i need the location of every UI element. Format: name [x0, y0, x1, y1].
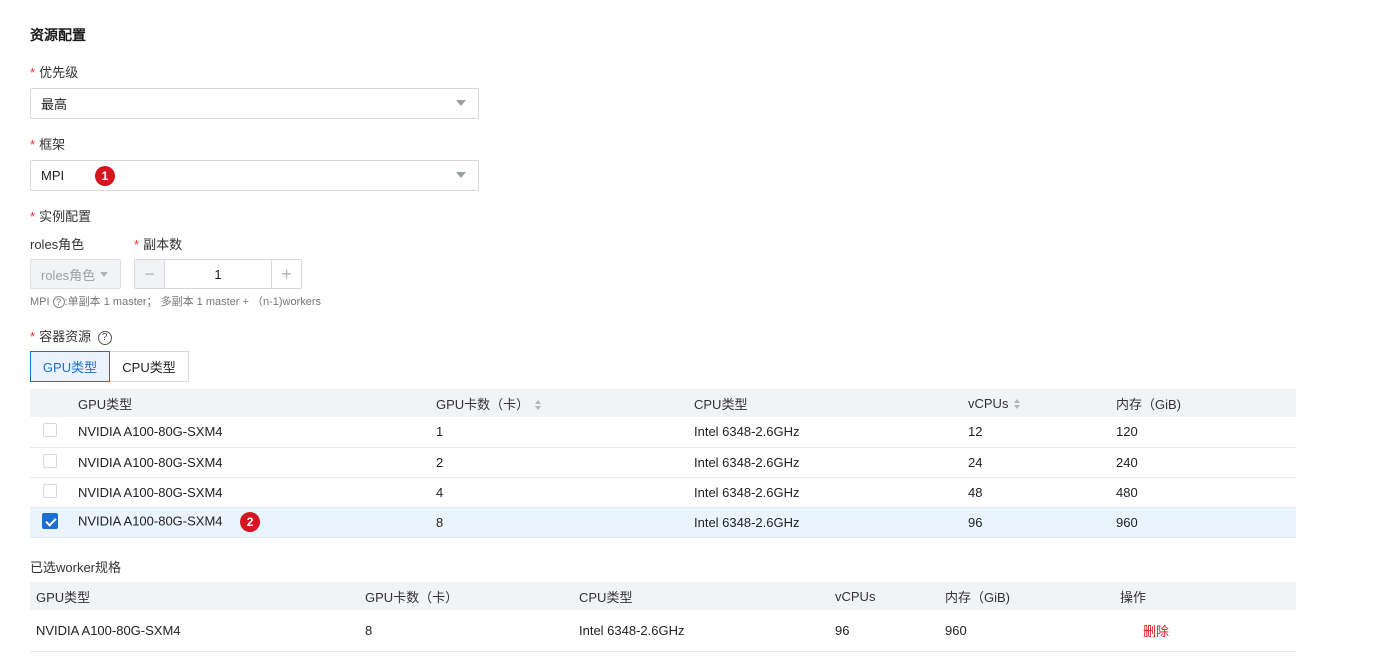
header-gpu-type: GPU类型	[78, 389, 436, 417]
required-mark: *	[30, 65, 36, 80]
required-mark: *	[30, 209, 36, 224]
cell-gpu-cards: 4	[436, 477, 694, 508]
required-mark: *	[30, 329, 36, 344]
cell-vcpus: 24	[968, 447, 1116, 478]
table-row: NVIDIA A100-80G-SXM4 8 Intel 6348-2.6GHz…	[30, 610, 1296, 652]
row-checkbox-cell	[30, 507, 78, 538]
required-mark: *	[30, 137, 36, 152]
roles-label: roles角色	[30, 237, 85, 252]
framework-label: * 框架	[30, 137, 66, 152]
cell-action: 删除	[1120, 610, 1296, 652]
question-circle-icon[interactable]: ?	[52, 296, 65, 309]
cell-memory: 120	[1116, 417, 1296, 448]
selected-worker-title: 已选worker规格	[30, 560, 122, 575]
roles-select: roles角色	[30, 259, 121, 289]
cell-cpu-type: Intel 6348-2.6GHz	[694, 507, 968, 538]
selected-worker-table: GPU类型 GPU卡数（卡） CPU类型 vCPUs 内存（GiB) 操作 NV…	[30, 582, 1296, 652]
header-cpu-type: CPU类型	[694, 389, 968, 417]
row-checkbox[interactable]	[43, 483, 57, 498]
priority-label: * 优先级	[30, 65, 79, 80]
cell-gpu-type: NVIDIA A100-80G-SXM4	[30, 610, 365, 652]
table-row[interactable]: NVIDIA A100-80G-SXM4 2 Intel 6348-2.6GHz…	[30, 447, 1296, 478]
cell-cpu-type: Intel 6348-2.6GHz	[579, 610, 835, 652]
cell-gpu-type: NVIDIA A100-80G-SXM4	[78, 477, 436, 508]
header-cpu-type: CPU类型	[579, 582, 835, 610]
check-icon[interactable]	[42, 512, 58, 529]
cell-vcpus: 48	[968, 477, 1116, 508]
increment-button[interactable]: +	[271, 260, 301, 288]
header-vcpus: vCPUs	[835, 582, 945, 610]
cell-vcpus: 96	[968, 507, 1116, 538]
cell-memory: 480	[1116, 477, 1296, 508]
caret-down-icon	[456, 100, 466, 106]
table-header-row: GPU类型 GPU卡数（卡） CPU类型 vCPUs 内存（GiB)	[30, 389, 1296, 417]
cell-memory: 960	[945, 610, 1120, 652]
priority-value: 最高	[41, 97, 68, 112]
table-row[interactable]: NVIDIA A100-80G-SXM4 4 Intel 6348-2.6GHz…	[30, 477, 1296, 508]
cell-gpu-type: NVIDIA A100-80G-SXM4 2	[78, 507, 436, 538]
row-checkbox[interactable]	[43, 453, 57, 468]
replicas-label: * 副本数	[134, 237, 183, 252]
roles-value: roles角色	[41, 267, 96, 283]
cell-gpu-type: NVIDIA A100-80G-SXM4	[78, 417, 436, 448]
annotation-badge-1: 1	[95, 166, 115, 186]
header-gpu-cards: GPU卡数（卡）	[365, 582, 579, 610]
header-gpu-type: GPU类型	[30, 582, 365, 610]
table-header-row: GPU类型 GPU卡数（卡） CPU类型 vCPUs 内存（GiB) 操作	[30, 582, 1296, 610]
cell-gpu-type: NVIDIA A100-80G-SXM4	[78, 447, 436, 478]
sort-icon[interactable]	[1014, 399, 1021, 410]
container-resource-label: * 容器资源 ?	[30, 326, 112, 345]
priority-select[interactable]: 最高	[30, 88, 479, 119]
row-checkbox-cell	[30, 417, 78, 448]
cell-cpu-type: Intel 6348-2.6GHz	[694, 417, 968, 448]
cell-vcpus: 12	[968, 417, 1116, 448]
replicas-input[interactable]: 1	[165, 260, 271, 288]
header-memory: 内存（GiB)	[1116, 389, 1296, 417]
table-row[interactable]: NVIDIA A100-80G-SXM4 1 Intel 6348-2.6GHz…	[30, 417, 1296, 448]
header-gpu-cards[interactable]: GPU卡数（卡）	[436, 389, 694, 417]
row-checkbox-cell	[30, 447, 78, 478]
cell-vcpus: 96	[835, 610, 945, 652]
question-circle-icon[interactable]: ?	[97, 330, 112, 345]
required-mark: *	[134, 237, 140, 252]
sort-icon[interactable]	[535, 400, 542, 411]
cell-gpu-cards: 2	[436, 447, 694, 478]
delete-button[interactable]: 删除	[1143, 624, 1169, 639]
row-checkbox-cell	[30, 477, 78, 508]
section-title: 资源配置	[30, 27, 86, 43]
tab-gpu-type[interactable]: GPU类型	[30, 351, 110, 382]
header-checkbox-cell	[30, 389, 78, 417]
cell-gpu-cards: 1	[436, 417, 694, 448]
row-checkbox[interactable]	[43, 423, 57, 438]
caret-down-icon	[456, 172, 466, 178]
cell-gpu-cards: 8	[436, 507, 694, 538]
cell-gpu-cards: 8	[365, 610, 579, 652]
gpu-spec-table: GPU类型 GPU卡数（卡） CPU类型 vCPUs 内存（GiB) NVIDI…	[30, 389, 1296, 538]
header-vcpus[interactable]: vCPUs	[968, 389, 1116, 417]
instance-config-label: * 实例配置	[30, 209, 92, 224]
cell-cpu-type: Intel 6348-2.6GHz	[694, 477, 968, 508]
tab-cpu-type[interactable]: CPU类型	[110, 351, 189, 382]
replicas-stepper[interactable]: − 1 +	[134, 259, 302, 289]
caret-down-icon	[100, 271, 109, 277]
cell-memory: 960	[1116, 507, 1296, 538]
framework-value: MPI	[41, 168, 65, 183]
annotation-badge-2: 2	[240, 512, 261, 532]
table-row-selected[interactable]: NVIDIA A100-80G-SXM4 2 8 Intel 6348-2.6G…	[30, 507, 1296, 538]
header-memory: 内存（GiB)	[945, 582, 1120, 610]
decrement-button[interactable]: −	[135, 260, 165, 288]
resource-type-tabs: GPU类型 CPU类型	[30, 351, 189, 382]
instance-hint: MPI ?:单副本 1 master； 多副本 1 master + （n-1)…	[30, 296, 322, 309]
cell-memory: 240	[1116, 447, 1296, 478]
cell-cpu-type: Intel 6348-2.6GHz	[694, 447, 968, 478]
header-action: 操作	[1120, 582, 1296, 610]
